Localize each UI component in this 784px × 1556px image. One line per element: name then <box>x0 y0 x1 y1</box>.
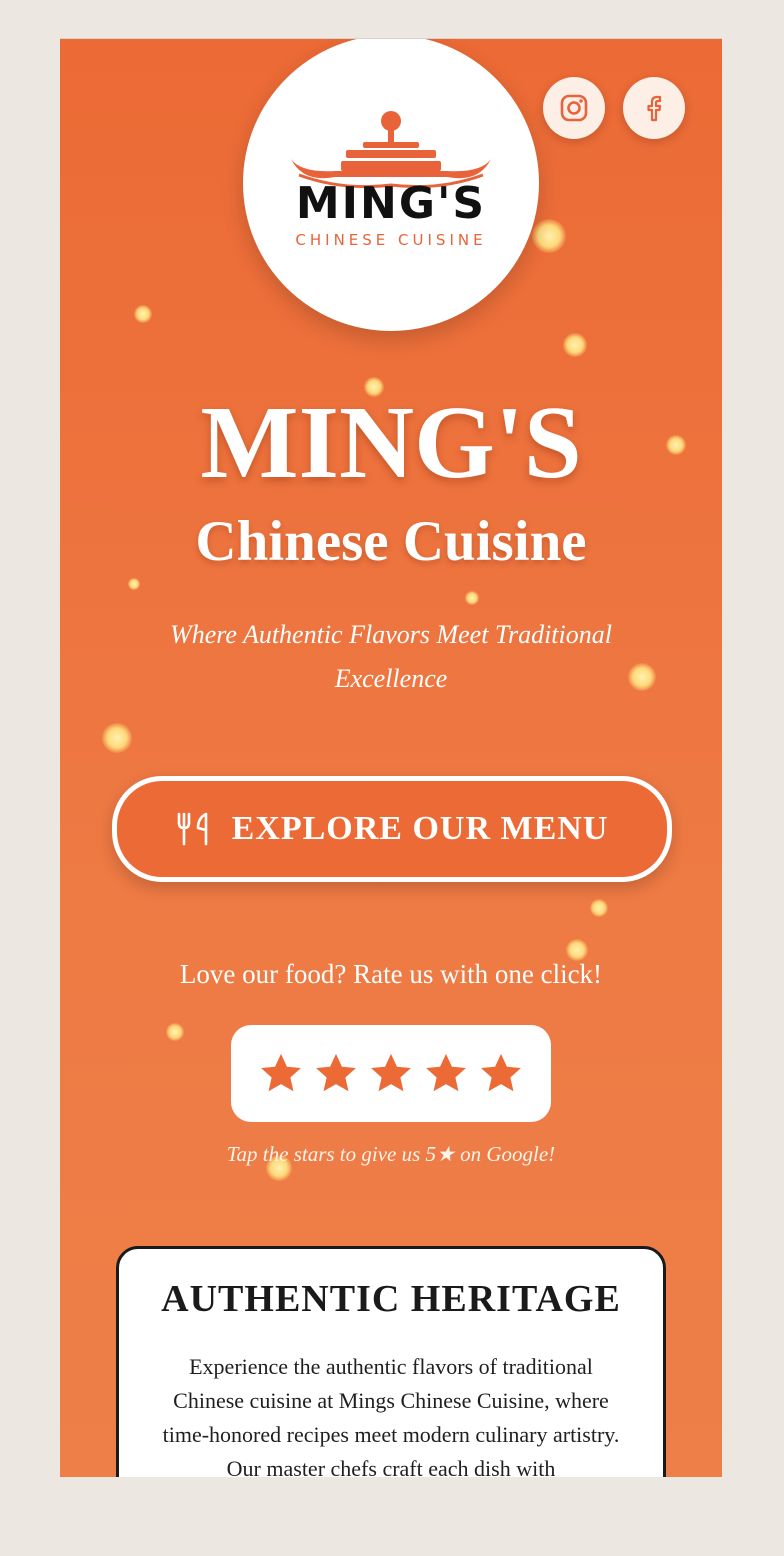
facebook-icon <box>647 95 662 122</box>
star-icon[interactable] <box>368 1051 414 1097</box>
rate-prompt: Love our food? Rate us with one click! <box>179 959 603 989</box>
star-rating[interactable] <box>231 1025 551 1122</box>
hero-title: MING'S <box>200 385 582 500</box>
logo-subtitle: CHINESE CUISINE <box>295 231 487 249</box>
glow-dot <box>566 939 588 961</box>
star-icon[interactable] <box>258 1051 304 1097</box>
facebook-button[interactable] <box>623 77 685 139</box>
heritage-title: AUTHENTIC HERITAGE <box>161 1278 621 1320</box>
heritage-card: AUTHENTIC HERITAGE Experience the authen… <box>116 1246 666 1477</box>
instagram-button[interactable] <box>543 77 605 139</box>
glow-dot <box>465 591 479 605</box>
hero-subtitle: Chinese Cuisine <box>195 510 587 573</box>
glow-dot <box>128 578 140 590</box>
glow-dot <box>134 305 152 323</box>
star-icon[interactable] <box>423 1051 469 1097</box>
explore-menu-button[interactable]: EXPLORE OUR MENU <box>112 776 672 882</box>
instagram-icon <box>560 94 588 122</box>
logo-wordmark: MING'S <box>295 178 487 229</box>
explore-menu-label: EXPLORE OUR MENU <box>231 810 609 847</box>
tagline: Where Authentic Flavors Meet Traditional… <box>170 620 612 693</box>
landing-page: MING'S CHINESE CUISINE MING'S Chinese Cu… <box>60 38 722 1477</box>
stars-note: Tap the stars to give us 5★ on Google! <box>226 1142 556 1166</box>
star-icon[interactable] <box>313 1051 359 1097</box>
glow-dot <box>563 333 587 357</box>
glow-dot <box>590 899 608 917</box>
glow-dot <box>166 1023 184 1041</box>
utensils-icon <box>177 812 207 846</box>
star-icon[interactable] <box>478 1051 524 1097</box>
heritage-text: Experience the authentic flavors of trad… <box>162 1354 620 1477</box>
glow-dot <box>102 723 132 753</box>
logo[interactable]: MING'S CHINESE CUISINE <box>243 39 539 331</box>
